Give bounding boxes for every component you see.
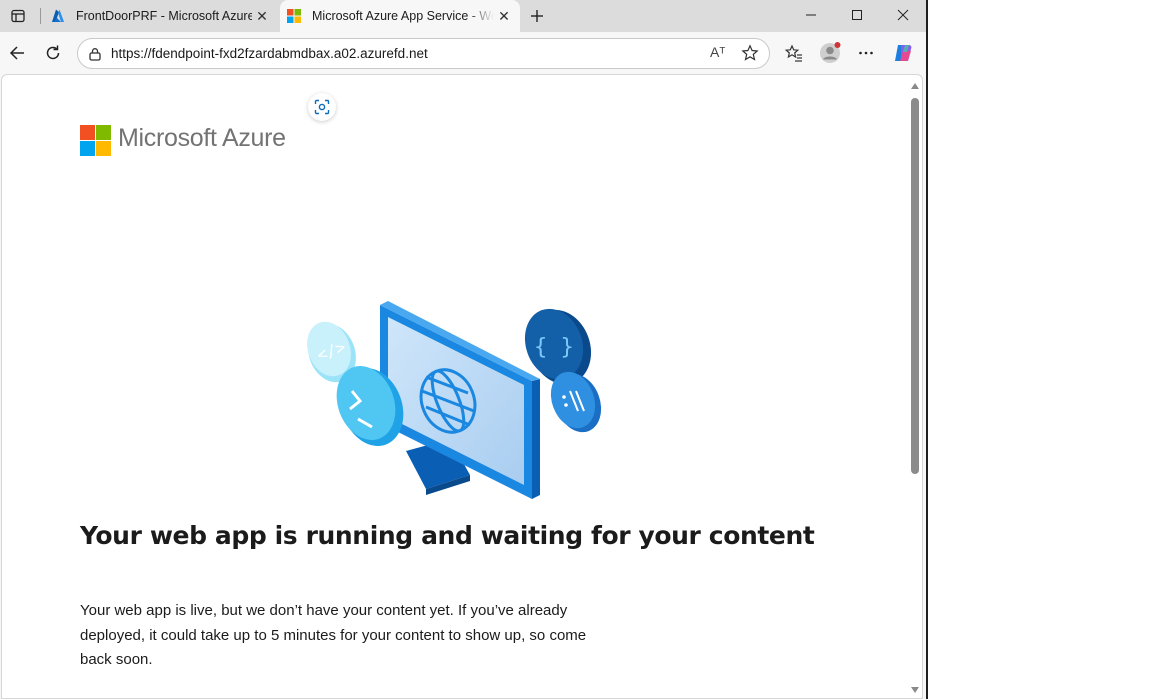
window-close-icon[interactable] [880, 0, 926, 30]
close-icon[interactable]: ✕ [252, 6, 272, 26]
visual-search-icon[interactable] [308, 93, 336, 121]
scroll-down-icon[interactable] [911, 687, 919, 693]
profile-avatar-icon[interactable] [817, 40, 843, 66]
maximize-icon[interactable] [834, 0, 880, 30]
tab-frontdoor[interactable]: FrontDoorPRF - Microsoft Azure ✕ [44, 0, 278, 32]
azure-icon [50, 8, 66, 24]
page-title: Your web app is running and waiting for … [80, 521, 815, 550]
tab-title: FrontDoorPRF - Microsoft Azure [76, 9, 252, 23]
tab-actions-icon[interactable] [8, 6, 28, 26]
empty-desktop-area [926, 0, 1152, 699]
web-app-illustration: </> { } [307, 301, 602, 499]
url-text[interactable]: https://fdendpoint-fxd2fzardabmdbax.a02.… [111, 46, 428, 61]
refresh-icon[interactable] [40, 40, 66, 66]
browser-toolbar: https://fdendpoint-fxd2fzardabmdbax.a02.… [0, 32, 926, 74]
vertical-scrollbar[interactable] [908, 79, 922, 698]
address-bar[interactable]: https://fdendpoint-fxd2fzardabmdbax.a02.… [77, 38, 770, 69]
tab-app-service[interactable]: Microsoft Azure App Service - We ✕ [280, 0, 520, 32]
microsoft-logo [80, 125, 111, 156]
scroll-up-icon[interactable] [911, 83, 919, 89]
tab-title: Microsoft Azure App Service - We [312, 9, 494, 23]
tab-strip: FrontDoorPRF - Microsoft Azure ✕ Microso… [0, 0, 926, 32]
scroll-thumb[interactable] [911, 98, 919, 474]
read-aloud-icon[interactable]: Aᵀ [710, 44, 725, 60]
tab-separator [40, 8, 41, 24]
brand-name: Microsoft Azure [118, 124, 286, 152]
favorites-icon[interactable] [781, 40, 807, 66]
copilot-icon[interactable] [890, 40, 916, 66]
microsoft-icon [286, 8, 302, 24]
close-icon[interactable]: ✕ [494, 6, 514, 26]
browser-window: FrontDoorPRF - Microsoft Azure ✕ Microso… [0, 0, 926, 699]
page-description: Your web app is live, but we don’t have … [80, 602, 587, 668]
page-content: Microsoft Azure </> {} Your web app is … [1, 74, 923, 699]
minimize-icon[interactable] [788, 0, 834, 30]
svg-text:{ }: { } [534, 335, 574, 360]
new-tab-icon[interactable] [526, 5, 548, 27]
back-icon[interactable] [4, 40, 30, 66]
lock-icon[interactable] [86, 45, 104, 63]
favorite-star-icon[interactable] [740, 43, 760, 63]
more-options-icon[interactable] [853, 40, 879, 66]
